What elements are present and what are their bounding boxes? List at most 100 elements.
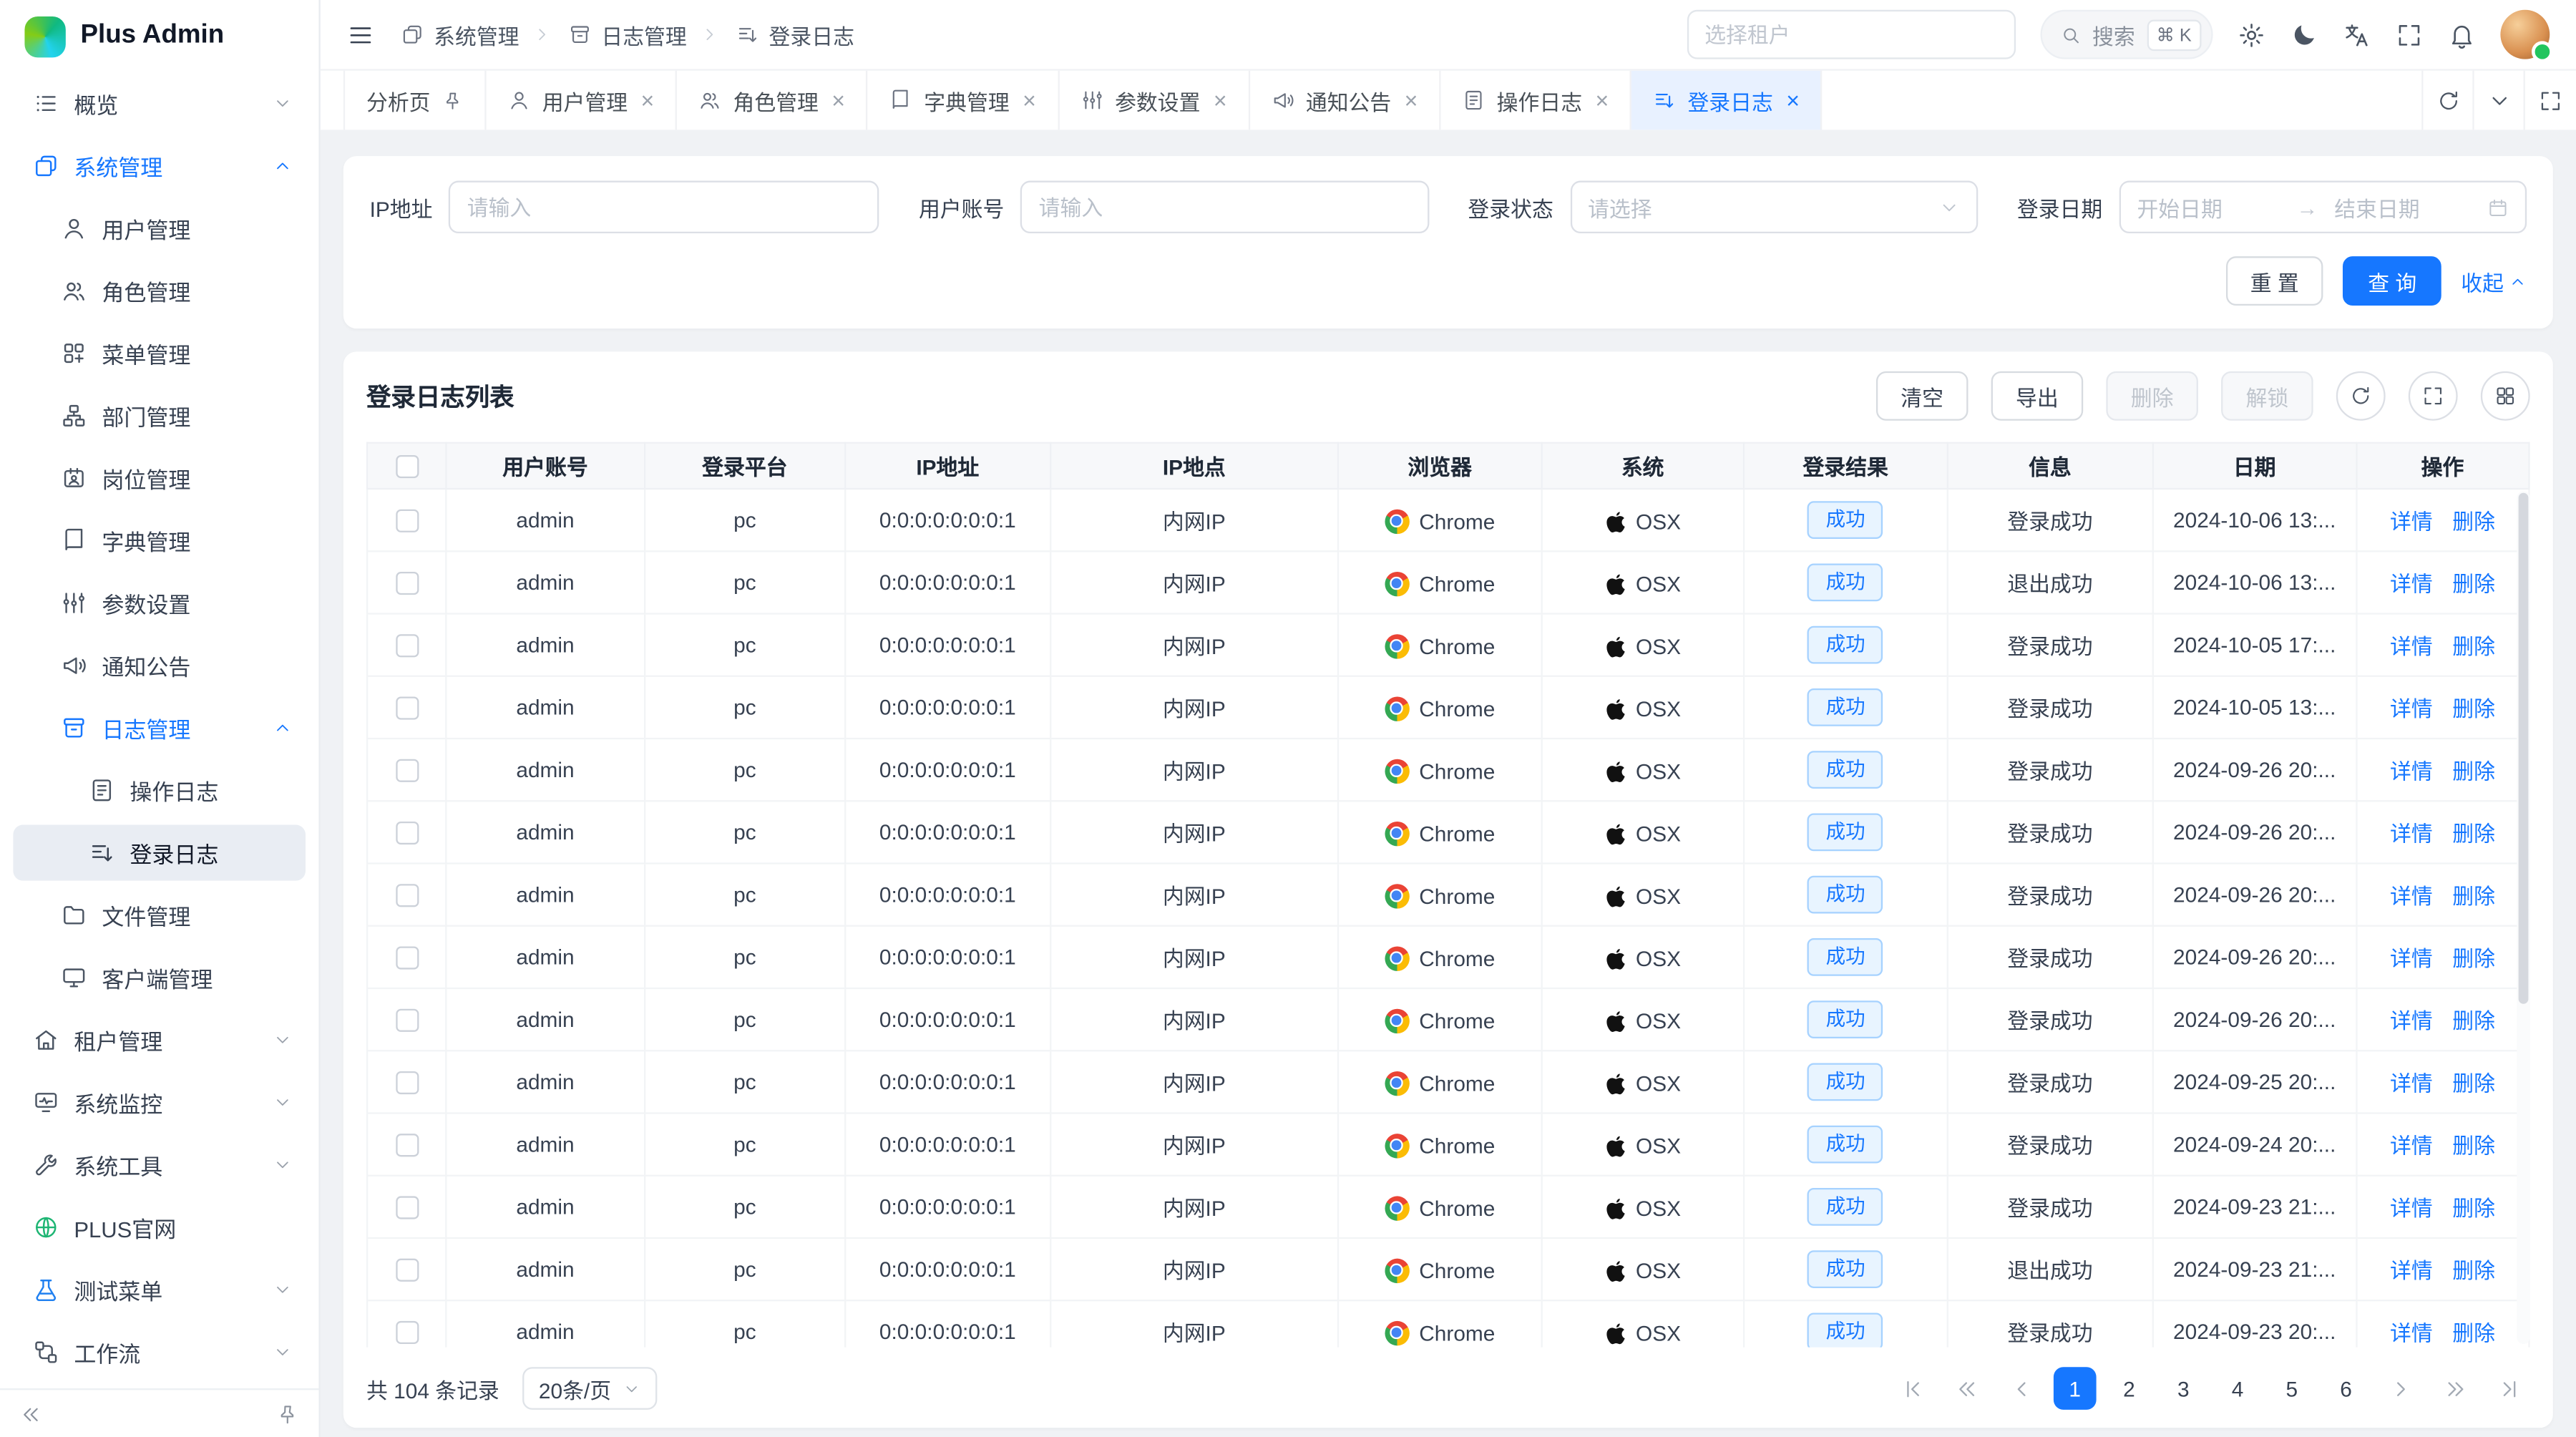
delete-link[interactable]: 删除: [2452, 634, 2495, 658]
global-search[interactable]: 搜索 ⌘ K: [2040, 10, 2213, 59]
sidebar-item[interactable]: 部门管理: [13, 388, 306, 444]
fullscreen-table-button[interactable]: [2409, 371, 2458, 421]
sidebar-item[interactable]: 登录日志: [13, 825, 306, 881]
row-checkbox[interactable]: [395, 510, 418, 532]
row-checkbox[interactable]: [395, 759, 418, 782]
collapse-filter-link[interactable]: 收起: [2461, 266, 2527, 297]
sidebar-item[interactable]: 系统监控: [13, 1075, 306, 1131]
delete-button[interactable]: 删除: [2106, 371, 2198, 421]
page-button[interactable]: 6: [2325, 1367, 2368, 1410]
column-header[interactable]: 浏览器: [1338, 443, 1541, 489]
delete-link[interactable]: 删除: [2452, 1321, 2495, 1345]
row-checkbox[interactable]: [395, 885, 418, 907]
export-button[interactable]: 导出: [1991, 371, 2084, 421]
column-settings-button[interactable]: [2481, 371, 2530, 421]
detail-link[interactable]: 详情: [2390, 1321, 2433, 1345]
account-input[interactable]: [1039, 195, 1410, 219]
start-date-placeholder[interactable]: 开始日期: [2137, 191, 2280, 223]
delete-link[interactable]: 删除: [2452, 696, 2495, 721]
sidebar-item[interactable]: 岗位管理: [13, 450, 306, 506]
delete-link[interactable]: 删除: [2452, 1196, 2495, 1220]
sidebar-item[interactable]: 日志管理: [13, 700, 306, 756]
page-button[interactable]: 4: [2216, 1367, 2259, 1410]
scrollbar-thumb[interactable]: [2519, 493, 2529, 1005]
column-header[interactable]: IP地点: [1050, 443, 1338, 489]
sidebar-item[interactable]: 字典管理: [13, 512, 306, 568]
translate-icon[interactable]: [2343, 21, 2371, 49]
close-icon[interactable]: ×: [1405, 89, 1418, 112]
detail-link[interactable]: 详情: [2390, 1071, 2433, 1096]
tab-fullscreen-button[interactable]: [2525, 71, 2576, 130]
row-checkbox[interactable]: [395, 1197, 418, 1219]
column-header[interactable]: IP地址: [845, 443, 1050, 489]
column-header[interactable]: 用户账号: [447, 443, 645, 489]
row-checkbox[interactable]: [395, 1259, 418, 1282]
close-icon[interactable]: ×: [640, 89, 654, 112]
detail-link[interactable]: 详情: [2390, 1259, 2433, 1283]
close-icon[interactable]: ×: [1023, 89, 1036, 112]
close-icon[interactable]: ×: [1214, 89, 1227, 112]
tab[interactable]: 登录日志 ×: [1631, 71, 1823, 130]
sidebar-item[interactable]: 系统管理: [13, 138, 306, 194]
detail-link[interactable]: 详情: [2390, 510, 2433, 534]
settings-gear-icon[interactable]: [2238, 21, 2265, 49]
detail-link[interactable]: 详情: [2390, 696, 2433, 721]
select-all-checkbox[interactable]: [395, 456, 418, 479]
close-icon[interactable]: ×: [1595, 89, 1609, 112]
next-page-button[interactable]: [2379, 1367, 2421, 1410]
date-range-picker[interactable]: 开始日期 → 结束日期: [2119, 181, 2527, 233]
sidebar-item[interactable]: 测试菜单: [13, 1262, 306, 1317]
row-checkbox[interactable]: [395, 697, 418, 720]
row-checkbox[interactable]: [395, 635, 418, 658]
page-size-select[interactable]: 20条/页: [522, 1367, 657, 1410]
table-scrollbar[interactable]: [2517, 491, 2529, 1344]
back-pages-button[interactable]: [1945, 1367, 1988, 1410]
column-header[interactable]: 登录平台: [644, 443, 845, 489]
clear-button[interactable]: 清空: [1876, 371, 1968, 421]
sidebar-item[interactable]: 角色管理: [13, 263, 306, 318]
sidebar-item[interactable]: 工作流: [13, 1325, 306, 1380]
page-button[interactable]: 5: [2270, 1367, 2313, 1410]
tenant-select-input[interactable]: [1687, 10, 2015, 59]
row-checkbox[interactable]: [395, 1009, 418, 1032]
column-header[interactable]: 登录结果: [1744, 443, 1946, 489]
prev-page-button[interactable]: [1999, 1367, 2042, 1410]
app-logo[interactable]: Plus Admin: [0, 0, 318, 72]
detail-link[interactable]: 详情: [2390, 946, 2433, 970]
page-button[interactable]: 3: [2162, 1367, 2205, 1410]
delete-link[interactable]: 删除: [2452, 572, 2495, 596]
sidebar-item[interactable]: 客户端管理: [13, 950, 306, 1005]
detail-link[interactable]: 详情: [2390, 759, 2433, 784]
tab[interactable]: 操作日志 ×: [1441, 71, 1632, 130]
ip-input[interactable]: [467, 195, 862, 219]
breadcrumb-item[interactable]: 日志管理: [526, 19, 687, 50]
dark-mode-moon-icon[interactable]: [2290, 21, 2318, 49]
close-icon[interactable]: ×: [1786, 89, 1800, 112]
fullscreen-icon[interactable]: [2395, 21, 2423, 49]
menu-toggle-button[interactable]: [346, 21, 374, 49]
tab-menu-chevron-button[interactable]: [2474, 71, 2525, 130]
collapse-sidebar-icon[interactable]: [20, 1403, 43, 1426]
sidebar-item[interactable]: PLUS官网: [13, 1199, 306, 1255]
detail-link[interactable]: 详情: [2390, 1134, 2433, 1158]
detail-link[interactable]: 详情: [2390, 884, 2433, 908]
tab[interactable]: 分析页: [343, 71, 487, 130]
column-header[interactable]: 系统: [1541, 443, 1744, 489]
tab[interactable]: 字典管理 ×: [868, 71, 1059, 130]
page-button[interactable]: 1: [2054, 1367, 2097, 1410]
delete-link[interactable]: 删除: [2452, 884, 2495, 908]
delete-link[interactable]: 删除: [2452, 510, 2495, 534]
tab[interactable]: 通知公告 ×: [1250, 71, 1441, 130]
breadcrumb-item[interactable]: 登录日志: [693, 19, 854, 50]
sidebar-item[interactable]: 参数设置: [13, 575, 306, 631]
row-checkbox[interactable]: [395, 573, 418, 595]
row-checkbox[interactable]: [395, 1322, 418, 1345]
end-date-placeholder[interactable]: 结束日期: [2334, 191, 2477, 223]
row-checkbox[interactable]: [395, 1072, 418, 1095]
pin-sidebar-icon[interactable]: [276, 1403, 299, 1426]
detail-link[interactable]: 详情: [2390, 1009, 2433, 1033]
reset-button[interactable]: 重 置: [2225, 256, 2323, 306]
user-avatar[interactable]: [2500, 10, 2550, 59]
sidebar-item[interactable]: 通知公告: [13, 638, 306, 693]
detail-link[interactable]: 详情: [2390, 1196, 2433, 1220]
